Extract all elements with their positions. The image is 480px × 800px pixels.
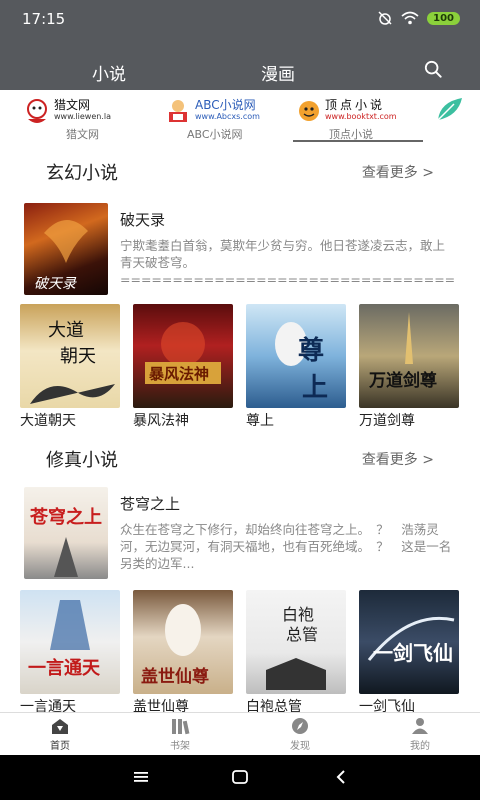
featured-book[interactable]: 苍穹之上 苍穹之上 众生在苍穹之下修行，却始终向往苍穹之上。 ？ 浩荡灵河，无边…	[22, 487, 462, 582]
featured-book-description: 众生在苍穹之下修行，却始终向往苍穹之上。 ？ 浩荡灵河，无边冥河，有洞天福地，也…	[120, 522, 452, 571]
book-item[interactable]: 一剑飞仙 一剑飞仙	[359, 590, 459, 716]
abc-logo-text: ABC小说网	[195, 98, 256, 112]
svg-text:一剑飞仙: 一剑飞仙	[373, 641, 453, 665]
book-item[interactable]: 尊上 尊上	[246, 304, 346, 430]
view-more-link[interactable]: 查看更多 >	[362, 449, 434, 469]
abc-logo: ABC小说网 www.Abcxs.com	[165, 96, 260, 126]
book-item[interactable]: 一言通天 一言通天	[20, 590, 120, 716]
svg-text:一言通天: 一言通天	[28, 657, 101, 679]
bottom-nav: 首页 书架 发现 我的	[0, 712, 480, 756]
wifi-icon	[401, 11, 419, 25]
nav-discover[interactable]: 发现	[270, 717, 330, 752]
book-cover: 暴风法神	[133, 304, 233, 408]
abc-logo-url: www.Abcxs.com	[195, 112, 260, 121]
liewen-logo-text: 猎文网	[54, 98, 91, 112]
source-item-abc[interactable]: ABC小说网 www.Abcxs.com ABC小说网	[165, 90, 290, 142]
book-cover: 尊上	[246, 304, 346, 408]
search-icon[interactable]	[424, 60, 442, 78]
active-source-underline	[293, 140, 423, 142]
tab-novel[interactable]: 小说	[90, 60, 128, 95]
top-nav: 小说 漫画	[0, 40, 480, 95]
view-more-link[interactable]: 查看更多 >	[362, 162, 434, 182]
book-item[interactable]: 盖世仙尊 盖世仙尊	[133, 590, 233, 716]
book-item[interactable]: 白袍 总管 白袍总管	[246, 590, 346, 716]
book-item[interactable]: 暴风法神 暴风法神	[133, 304, 233, 430]
book-cover: 万道剑尊	[359, 304, 459, 408]
source-selector: 猎文网 www.liewen.la 猎文网 ABC小说网 www.Abcxs.c…	[0, 90, 480, 142]
svg-text:总管: 总管	[286, 625, 318, 644]
leaf-logo-icon	[437, 98, 462, 121]
dingdian-logo: 顶点小说 www.booktxt.com	[297, 96, 397, 126]
dingdian-logo-text: 顶点小说	[325, 98, 386, 112]
book-cover: 大道朝天	[20, 304, 120, 408]
book-title: 万道剑尊	[359, 413, 415, 429]
battery-indicator: 100	[427, 11, 460, 25]
svg-text:尊: 尊	[298, 335, 324, 366]
book-cover: 一剑飞仙	[359, 590, 459, 694]
source-item-partial[interactable]	[434, 90, 474, 142]
menu-icon[interactable]	[133, 770, 149, 784]
home-button-icon[interactable]	[231, 769, 249, 785]
compass-icon	[292, 718, 308, 734]
nav-bookshelf-label: 书架	[170, 741, 190, 752]
system-nav-bar	[0, 755, 480, 800]
status-time: 17:15	[22, 10, 66, 28]
status-icons: 100	[377, 10, 460, 26]
svg-text:盖世仙尊: 盖世仙尊	[141, 666, 209, 687]
nav-discover-label: 发现	[290, 741, 310, 752]
book-cover: 一言通天	[20, 590, 120, 694]
book-title: 大道朝天	[20, 413, 76, 429]
featured-book-description: 宁欺耄耋白首翁，莫欺年少贫与穷。他日苍遂凌云志，敢上青天破苍穹。========…	[120, 238, 455, 287]
book-item[interactable]: 大道 朝天 大道朝天	[20, 304, 120, 430]
book-item[interactable]: 万道剑尊 万道剑尊	[359, 304, 459, 430]
section-title: 玄幻小说	[46, 163, 118, 184]
book-title: 暴风法神	[133, 413, 189, 429]
svg-text:上: 上	[302, 373, 328, 403]
featured-book-title: 破天录	[120, 211, 166, 229]
bookshelf-icon	[172, 719, 190, 735]
svg-text:白袍: 白袍	[282, 605, 314, 624]
nav-mine[interactable]: 我的	[390, 717, 450, 752]
nav-mine-label: 我的	[410, 741, 430, 752]
featured-book[interactable]: 破天录 破天录 宁欺耄耋白首翁，莫欺年少贫与穷。他日苍遂凌云志，敢上青天破苍穹。…	[22, 203, 462, 298]
abc-reader-icon	[169, 100, 187, 122]
user-icon	[412, 718, 428, 734]
nav-bookshelf[interactable]: 书架	[150, 717, 210, 752]
nav-home-label: 首页	[50, 741, 70, 752]
liewen-mascot-icon	[27, 99, 47, 123]
svg-text:破天录: 破天录	[34, 276, 77, 292]
book-cover: 苍穹之上	[24, 487, 108, 579]
source-label: 猎文网	[66, 128, 99, 141]
dingdian-mascot-icon	[299, 101, 319, 121]
dingdian-logo-url: www.booktxt.com	[325, 112, 397, 121]
book-cover: 白袍 总管	[246, 590, 346, 694]
source-label: ABC小说网	[187, 128, 243, 141]
book-title: 尊上	[246, 413, 274, 429]
svg-text:暴风法神: 暴风法神	[149, 365, 209, 383]
status-bar: 17:15 100	[0, 0, 480, 40]
svg-text:苍穹之上: 苍穹之上	[29, 506, 102, 528]
featured-book-title: 苍穹之上	[120, 495, 181, 513]
source-item-liewen[interactable]: 猎文网 www.liewen.la 猎文网	[22, 90, 142, 142]
svg-text:朝天: 朝天	[60, 346, 96, 367]
svg-text:大道: 大道	[48, 320, 84, 341]
book-cover: 盖世仙尊	[133, 590, 233, 694]
book-cover: 破天录	[24, 203, 108, 295]
home-icon	[52, 719, 68, 734]
back-icon[interactable]	[334, 769, 348, 785]
svg-text:万道剑尊: 万道剑尊	[368, 370, 437, 391]
liewen-logo: 猎文网 www.liewen.la	[24, 96, 111, 126]
source-item-dingdian[interactable]: 顶点小说 www.booktxt.com 顶点小说	[293, 90, 423, 142]
nav-home[interactable]: 首页	[30, 717, 90, 752]
section-title: 修真小说	[46, 450, 118, 471]
liewen-logo-url: www.liewen.la	[54, 112, 112, 121]
alarm-off-icon	[378, 11, 392, 25]
tab-comic[interactable]: 漫画	[261, 60, 295, 85]
